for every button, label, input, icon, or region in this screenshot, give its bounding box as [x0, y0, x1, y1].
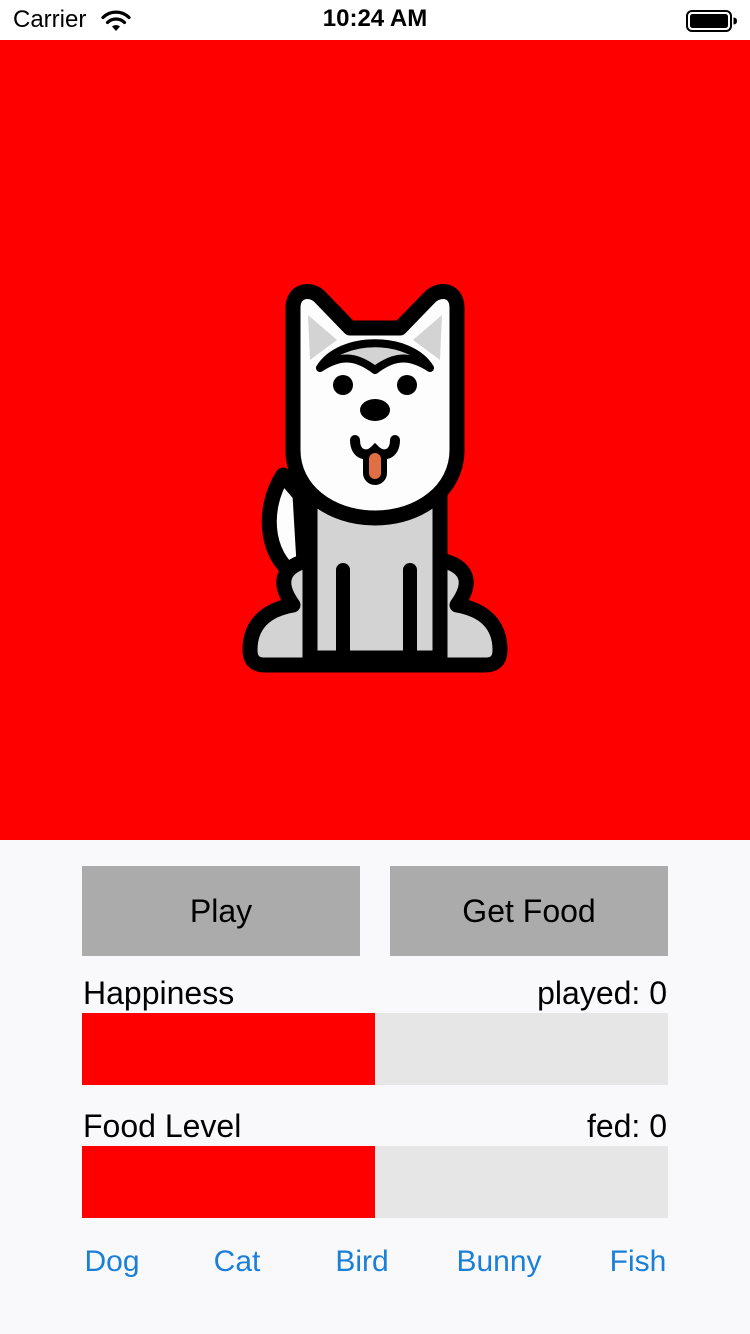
pet-tab-fish[interactable]: Fish: [610, 1245, 667, 1279]
fed-count: fed: 0: [586, 1108, 667, 1144]
play-button[interactable]: Play: [82, 866, 360, 956]
pet-tab-bird[interactable]: Bird: [335, 1245, 388, 1279]
pet-display: [0, 40, 750, 840]
food-level-label: Food Level: [83, 1108, 242, 1144]
happiness-meter: [82, 1013, 668, 1085]
pet-tab-bunny[interactable]: Bunny: [456, 1245, 541, 1279]
food-level-meter-fill: [82, 1146, 375, 1218]
husky-dog-icon: [242, 284, 508, 673]
clock: 10:24 AM: [322, 5, 428, 32]
food-level-meter: [82, 1146, 668, 1218]
pet-tab-dog[interactable]: Dog: [84, 1245, 139, 1279]
played-count: played: 0: [537, 975, 667, 1011]
status-bar: Carrier 10:24 AM: [0, 0, 750, 40]
happiness-label: Happiness: [83, 975, 235, 1011]
battery-icon: [686, 10, 737, 32]
pet-tab-cat[interactable]: Cat: [214, 1245, 261, 1279]
happiness-meter-fill: [82, 1013, 375, 1085]
get-food-button[interactable]: Get Food: [390, 866, 668, 956]
